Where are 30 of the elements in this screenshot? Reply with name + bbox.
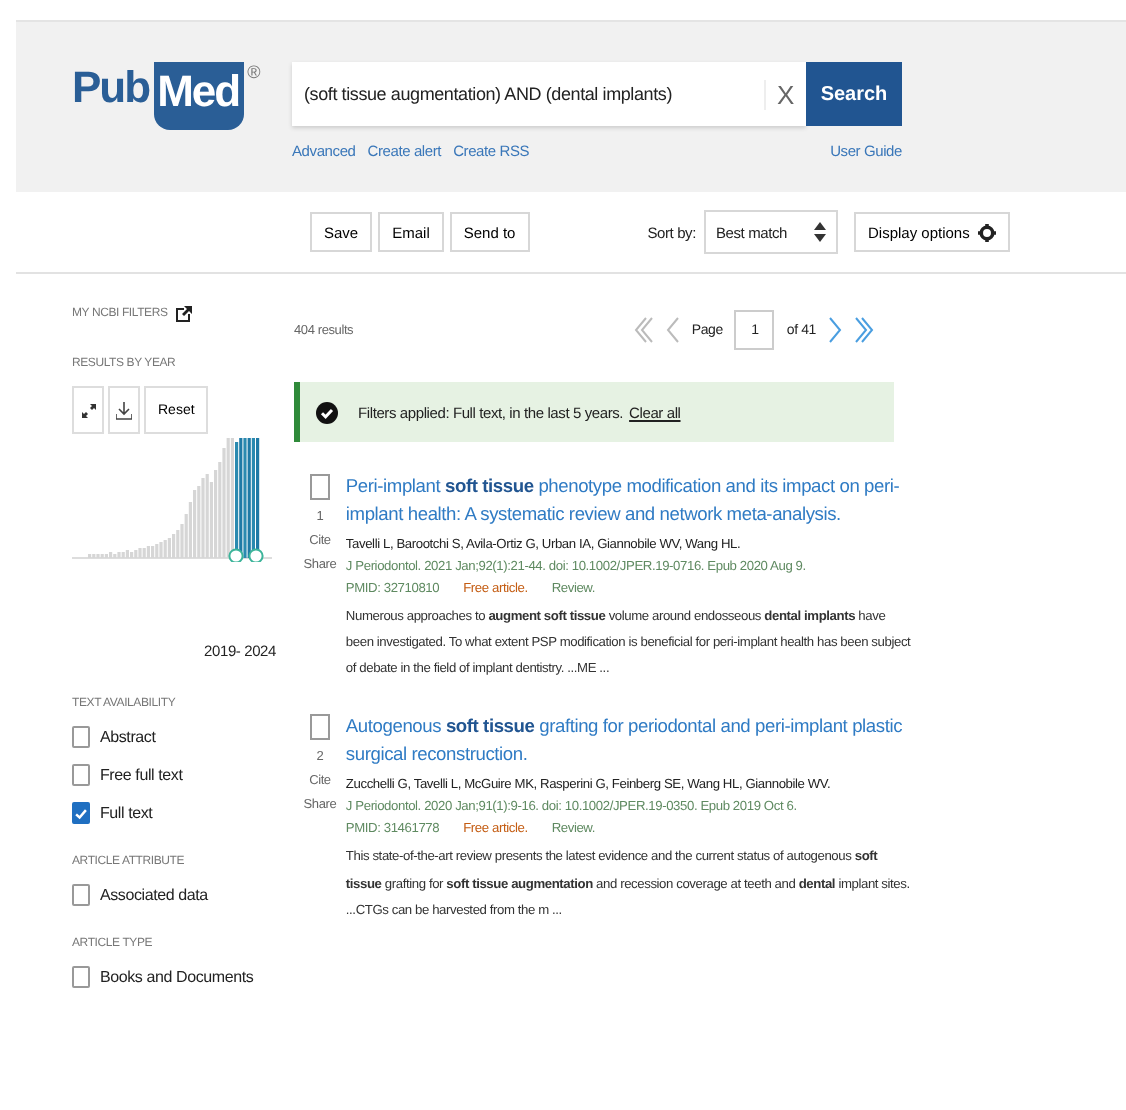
previous-page-icon[interactable] <box>665 316 680 344</box>
filter-label[interactable]: Associated data <box>100 886 208 904</box>
download-button[interactable] <box>108 386 140 434</box>
checkbox[interactable] <box>309 474 330 500</box>
filter-label[interactable]: Abstract <box>100 728 156 746</box>
checkbox[interactable] <box>72 884 90 906</box>
checkbox[interactable] <box>72 966 90 988</box>
article-title-link[interactable]: Peri-implant soft tissue phenotype modification and its impact on peri-implant health: A systematic review and network meta-analysis. <box>345 474 914 530</box>
checkbox[interactable] <box>309 714 330 741</box>
last-page-icon[interactable] <box>854 316 874 344</box>
search-button[interactable]: Search <box>806 62 902 126</box>
next-page-icon[interactable] <box>828 316 842 344</box>
gear-icon <box>977 223 996 241</box>
expand-icon <box>81 403 95 417</box>
checkbox[interactable] <box>72 802 90 824</box>
article-title-link[interactable]: Autogenous soft tissue grafting for periodontal and peri-implant plastic surgical reconstruction. <box>345 714 914 771</box>
check-circle-icon <box>316 401 338 423</box>
filter-label[interactable]: Books and Documents <box>100 968 254 986</box>
checkbox[interactable] <box>72 726 90 748</box>
search-field[interactable]: (soft tissue augmentation) AND (dental implants) X <box>292 62 806 126</box>
clear-button[interactable]: X <box>763 79 794 109</box>
filter-label[interactable]: Free full text <box>100 766 183 784</box>
year-histogram-drawing[interactable] <box>72 438 272 562</box>
checkbox[interactable] <box>72 764 90 786</box>
filter-label[interactable]: Full text <box>100 804 153 822</box>
first-page-icon[interactable] <box>633 316 654 344</box>
expand-button[interactable] <box>72 386 104 434</box>
sort-arrows-icon <box>813 222 826 242</box>
external-link-icon[interactable] <box>175 306 192 322</box>
download-icon <box>116 401 132 419</box>
